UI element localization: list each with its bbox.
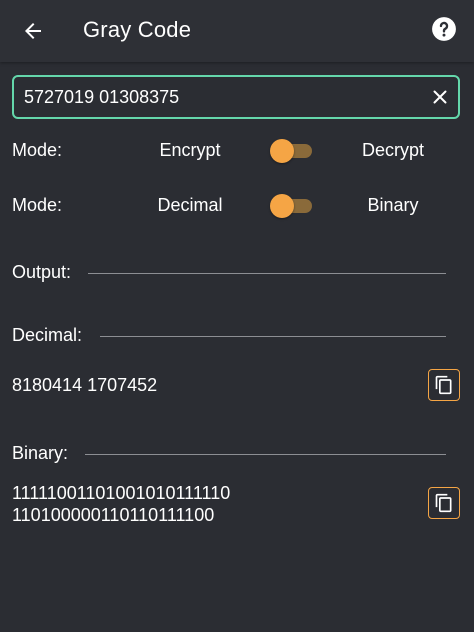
page-title: Gray Code	[83, 17, 192, 42]
encrypt-decrypt-toggle[interactable]	[270, 139, 314, 163]
back-button[interactable]	[18, 16, 48, 46]
toggle-thumb	[270, 194, 294, 218]
decrypt-label: Decrypt	[361, 140, 424, 160]
copy-decimal-button[interactable]	[428, 369, 460, 401]
decimal-output-value: 8180414 1707452	[12, 375, 158, 395]
copy-binary-button[interactable]	[428, 487, 460, 519]
decimal-label: Decimal:	[12, 325, 83, 345]
help-button[interactable]	[431, 16, 457, 42]
binary-label: Binary:	[12, 443, 69, 463]
mode-row-encrypt-decrypt: Mode: Encrypt Decrypt	[0, 131, 474, 171]
arrow-left-icon	[25, 23, 41, 39]
mode-label: Mode:	[12, 195, 63, 215]
help-circle-icon	[432, 17, 456, 41]
mode-label: Mode:	[12, 140, 63, 160]
copy-icon	[435, 375, 452, 395]
mode-row-decimal-binary: Mode: Decimal Binary	[0, 186, 474, 226]
app-bar: Gray Code	[0, 0, 474, 62]
decimal-binary-toggle[interactable]	[270, 194, 314, 218]
decimal-section-header: Decimal:	[12, 325, 446, 349]
encrypt-label: Encrypt	[159, 140, 221, 160]
copy-icon	[435, 493, 452, 513]
divider	[85, 454, 446, 455]
binary-output-line-1: 11111001101001010111110	[12, 483, 231, 503]
binary-option-label: Binary	[367, 195, 419, 215]
binary-output-line-2: 110100000110110111100	[12, 505, 215, 525]
number-input[interactable]	[24, 77, 424, 117]
clear-button[interactable]	[430, 87, 450, 107]
toggle-thumb	[270, 139, 294, 163]
binary-section-header: Binary:	[12, 443, 446, 467]
divider	[100, 336, 446, 337]
gray-code-input-field	[12, 75, 460, 119]
binary-output-value: 11111001101001010111110 1101000001101101…	[12, 482, 230, 526]
decimal-option-label: Decimal	[157, 195, 223, 215]
close-icon	[433, 90, 447, 104]
output-section-header: Output:	[12, 262, 446, 286]
divider	[88, 273, 446, 274]
output-label: Output:	[12, 262, 72, 282]
